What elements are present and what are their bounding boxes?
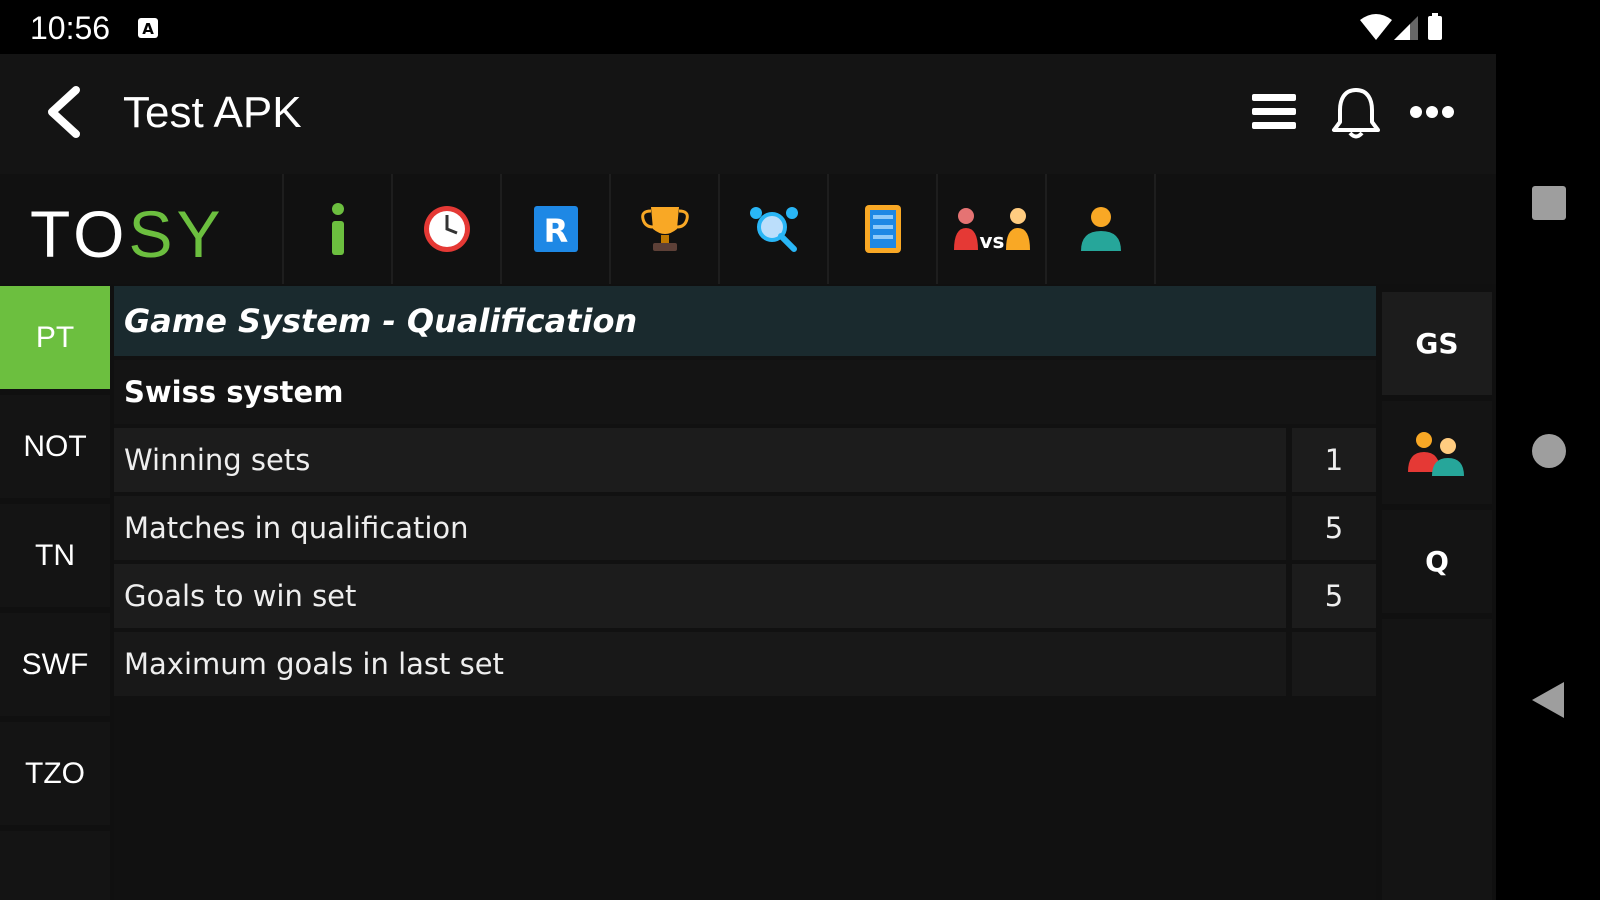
toolbar-info-button[interactable] — [282, 174, 391, 284]
tosy-logo: TOSY — [30, 196, 225, 272]
subsection-title: Swiss system — [114, 360, 1376, 424]
setting-label: Matches in qualification — [114, 496, 1286, 560]
right-nav-label: Q — [1425, 545, 1449, 578]
toolbar-profile-button[interactable] — [1045, 174, 1154, 284]
wifi-icon — [1360, 14, 1392, 40]
toolbar-clock-button[interactable] — [391, 174, 500, 284]
back-arrow-icon[interactable] — [38, 82, 92, 142]
toolbar-search-players-button[interactable] — [718, 174, 827, 284]
nav-item-label: NOT — [23, 429, 87, 463]
logo-part-2: SY — [128, 197, 225, 271]
nav-item-tn[interactable]: TN — [0, 504, 110, 607]
nav-empty-slot — [0, 831, 110, 900]
app-bar: Test APK — [0, 54, 1496, 174]
bell-icon[interactable] — [1330, 86, 1382, 140]
left-nav: PT NOT TN SWF TZO — [0, 286, 110, 900]
setting-row-max-goals[interactable]: Maximum goals in last set — [114, 632, 1376, 696]
right-nav-gs[interactable]: GS — [1382, 292, 1492, 395]
team-icon — [1408, 431, 1464, 476]
page-title: Test APK — [123, 88, 302, 137]
info-icon — [331, 203, 344, 255]
person-icon — [1080, 207, 1121, 251]
system-nav-bar — [1496, 54, 1600, 900]
toolbar-results-button[interactable]: R — [500, 174, 609, 284]
setting-row-winning-sets[interactable]: Winning sets 1 — [114, 428, 1376, 492]
recents-icon[interactable] — [1532, 186, 1566, 220]
toolbar-scoreboard-button[interactable] — [827, 174, 936, 284]
more-dots-icon[interactable] — [1408, 94, 1456, 130]
setting-row-matches[interactable]: Matches in qualification 5 — [114, 496, 1376, 560]
toolbar-versus-button[interactable]: vs — [936, 174, 1045, 284]
hamburger-menu-icon[interactable] — [1250, 90, 1298, 134]
svg-text:A: A — [142, 20, 154, 38]
setting-label: Winning sets — [114, 428, 1286, 492]
setting-label: Goals to win set — [114, 564, 1286, 628]
status-icons — [1360, 13, 1442, 40]
nav-item-label: TZO — [25, 756, 85, 790]
trophy-icon — [640, 207, 689, 251]
status-bar: 10:56 A — [0, 0, 1600, 54]
right-nav-q[interactable]: Q — [1382, 510, 1492, 613]
clock-icon — [423, 206, 470, 252]
setting-value[interactable] — [1292, 632, 1376, 696]
right-nav: GS Q — [1382, 286, 1492, 900]
search-players-icon — [749, 207, 798, 252]
settings-panel: Game System - Qualification Swiss system… — [114, 286, 1376, 900]
svg-text:R: R — [543, 212, 568, 250]
setting-value[interactable]: 5 — [1292, 496, 1376, 560]
nav-item-label: TN — [35, 538, 75, 572]
section-header: Game System - Qualification — [114, 286, 1376, 356]
setting-value[interactable]: 1 — [1292, 428, 1376, 492]
system-back-icon[interactable] — [1530, 680, 1566, 720]
r-badge-icon: R — [533, 206, 578, 252]
battery-icon — [1428, 13, 1442, 40]
a-icon: A — [138, 18, 158, 38]
right-nav-teams[interactable] — [1382, 401, 1492, 504]
setting-label: Maximum goals in last set — [114, 632, 1286, 696]
setting-row-goals-to-win[interactable]: Goals to win set 5 — [114, 564, 1376, 628]
toolbar-trophy-button[interactable] — [609, 174, 718, 284]
scoreboard-icon — [864, 205, 901, 253]
nav-item-label: SWF — [21, 647, 89, 681]
status-time: 10:56 — [30, 10, 111, 46]
logo-part-1: TO — [30, 197, 129, 271]
nav-item-label: PT — [35, 320, 75, 354]
versus-icon: vs — [953, 208, 1030, 252]
nav-item-not[interactable]: NOT — [0, 395, 110, 498]
setting-value[interactable]: 5 — [1292, 564, 1376, 628]
app-window: Test APK TOSY R vs PT NOT TN SWF TZO Gam… — [0, 54, 1496, 900]
right-nav-empty — [1382, 619, 1492, 900]
toolbar-spacer — [1154, 174, 1498, 284]
right-nav-label: GS — [1415, 327, 1459, 360]
home-icon[interactable] — [1532, 434, 1566, 468]
nav-item-tzo[interactable]: TZO — [0, 722, 110, 825]
nav-item-swf[interactable]: SWF — [0, 613, 110, 716]
signal-icon — [1394, 16, 1418, 40]
module-toolbar: TOSY R vs — [0, 174, 1496, 284]
versus-text: vs — [979, 229, 1004, 252]
nav-item-pt[interactable]: PT — [0, 286, 110, 389]
